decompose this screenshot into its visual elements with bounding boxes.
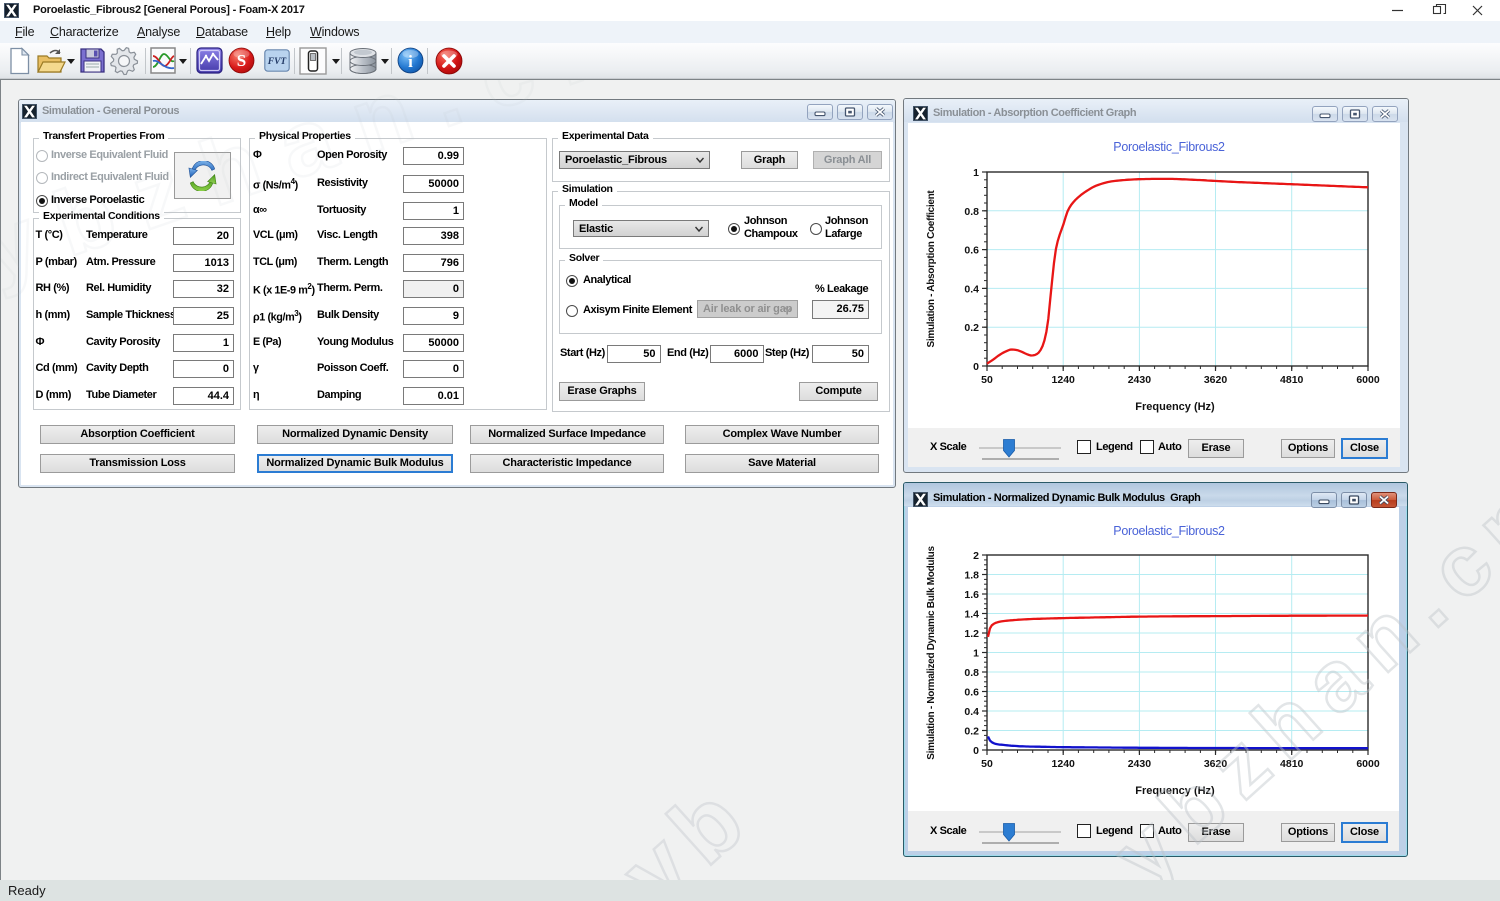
svg-text:1.6: 1.6 [964, 589, 979, 601]
svg-text:0.4: 0.4 [964, 706, 979, 718]
svg-text:0: 0 [973, 745, 979, 757]
svg-text:1.4: 1.4 [964, 609, 979, 621]
svg-text:Simulation - Normalized Dynami: Simulation - Normalized Dynamic Bulk Mod… [926, 546, 937, 760]
svg-text:3620: 3620 [1204, 374, 1228, 386]
svg-text:Simulation - Absorption Coeffi: Simulation - Absorption Coefficient [926, 190, 937, 348]
svg-text:1: 1 [973, 167, 979, 179]
svg-text:50: 50 [981, 374, 993, 386]
svg-text:i: i [408, 52, 413, 71]
svg-text:FVT: FVT [267, 57, 288, 67]
svg-text:0.6: 0.6 [964, 687, 979, 699]
svg-text:1.2: 1.2 [964, 628, 979, 640]
svg-text:2430: 2430 [1128, 374, 1152, 386]
svg-text:Poroelastic_Fibrous2: Poroelastic_Fibrous2 [1113, 140, 1225, 154]
svg-text:1: 1 [973, 648, 979, 660]
svg-text:Poroelastic_Fibrous2: Poroelastic_Fibrous2 [1113, 524, 1225, 538]
svg-text:0.4: 0.4 [964, 283, 979, 295]
svg-text:S: S [237, 51, 246, 70]
svg-text:1240: 1240 [1052, 758, 1076, 770]
svg-text:0.2: 0.2 [964, 322, 979, 334]
svg-text:6000: 6000 [1356, 374, 1380, 386]
svg-text:0: 0 [973, 361, 979, 373]
svg-text:Frequency (Hz): Frequency (Hz) [1135, 401, 1215, 413]
svg-text:50: 50 [981, 758, 993, 770]
svg-text:0.8: 0.8 [964, 667, 979, 679]
svg-text:2430: 2430 [1128, 758, 1152, 770]
svg-text:0.8: 0.8 [964, 206, 979, 218]
svg-text:2: 2 [973, 550, 979, 562]
svg-text:0.6: 0.6 [964, 245, 979, 257]
svg-text:4810: 4810 [1280, 374, 1304, 386]
svg-text:1240: 1240 [1052, 374, 1076, 386]
svg-text:6000: 6000 [1356, 758, 1380, 770]
svg-text:1.8: 1.8 [964, 570, 979, 582]
svg-text:0.2: 0.2 [964, 726, 979, 738]
